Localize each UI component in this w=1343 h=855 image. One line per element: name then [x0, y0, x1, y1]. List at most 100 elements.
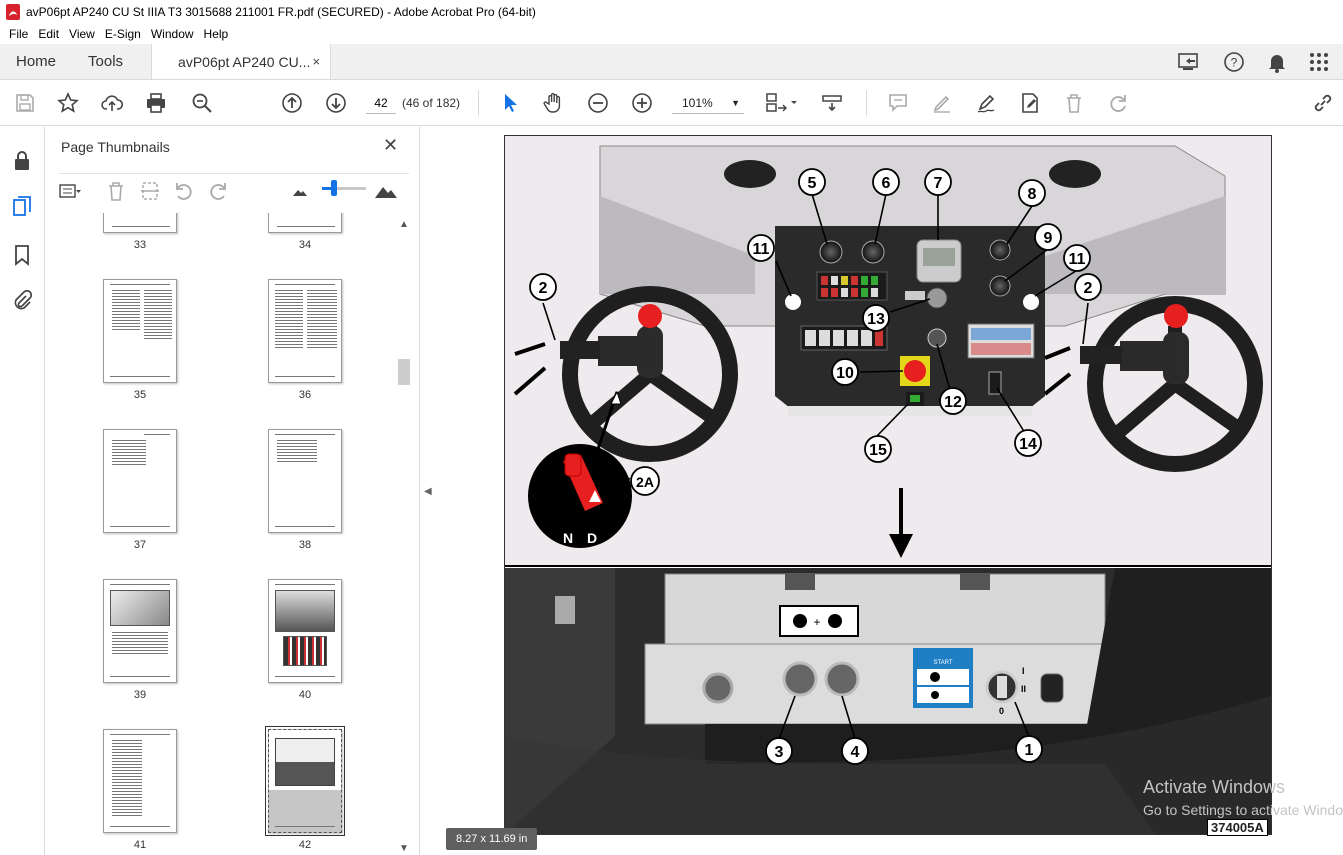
- menu-view[interactable]: View: [69, 27, 95, 41]
- zoom-level-select[interactable]: 101% ▼: [672, 92, 744, 114]
- page-thumbnail-33[interactable]: [103, 213, 177, 233]
- tab-document[interactable]: avP06pt AP240 CU... ×: [151, 44, 332, 79]
- notifications-bell-icon[interactable]: [1267, 51, 1287, 73]
- menu-edit[interactable]: Edit: [38, 27, 59, 41]
- next-page-icon[interactable]: [324, 91, 348, 115]
- print-icon[interactable]: [144, 91, 168, 115]
- zoom-level-value: 101%: [682, 95, 713, 110]
- menu-esign[interactable]: E-Sign: [105, 27, 141, 41]
- svg-text:2A: 2A: [636, 474, 654, 490]
- main-toolbar: (46 of 182) 101% ▼: [0, 80, 1343, 126]
- link-tools-icon[interactable]: [1311, 91, 1335, 115]
- previous-page-icon[interactable]: [280, 91, 304, 115]
- rotate-counterclockwise-icon[interactable]: [173, 180, 195, 202]
- help-icon[interactable]: ?: [1223, 51, 1245, 73]
- rotate-clockwise-icon[interactable]: [207, 180, 229, 202]
- svg-text:9: 9: [1044, 230, 1053, 247]
- delete-page-icon[interactable]: [105, 180, 127, 202]
- page-thumbnail-40[interactable]: [268, 579, 342, 683]
- page-thumbnail-35[interactable]: [103, 279, 177, 383]
- sign-pen-icon[interactable]: [974, 91, 998, 115]
- small-thumbnail-icon[interactable]: [289, 180, 311, 202]
- callout-2-left: 2: [529, 273, 557, 301]
- extract-page-icon[interactable]: [139, 180, 161, 202]
- tab-tools[interactable]: Tools: [72, 44, 139, 79]
- scroll-down-icon[interactable]: ▼: [399, 843, 409, 854]
- tab-bar: Home Tools avP06pt AP240 CU... × ?: [0, 44, 1343, 80]
- large-thumbnail-icon[interactable]: [375, 180, 397, 202]
- document-view[interactable]: N D 5 6 7 8 9 11 11 2 2 13 10 12 14 15 2…: [436, 127, 1343, 855]
- callout-10: 10: [831, 358, 859, 386]
- page-thumbnails-icon[interactable]: [10, 195, 34, 219]
- page-thumbnail-36[interactable]: [268, 279, 342, 383]
- edit-pdf-icon[interactable]: [1018, 91, 1042, 115]
- svg-text:10: 10: [836, 365, 854, 382]
- callout-9: 9: [1034, 223, 1062, 251]
- callout-6: 6: [872, 168, 900, 196]
- attachments-paperclip-icon[interactable]: [10, 289, 34, 313]
- highlight-pen-icon[interactable]: [930, 91, 954, 115]
- callout-12: 12: [939, 387, 967, 415]
- acrobat-icon: [6, 4, 20, 20]
- page-thumbnail-39[interactable]: [103, 579, 177, 683]
- hand-tool-icon[interactable]: [542, 91, 566, 115]
- bookmarks-icon[interactable]: [10, 243, 34, 267]
- page-thumbnail-38[interactable]: [268, 429, 342, 533]
- zoom-out-icon[interactable]: [586, 91, 610, 115]
- options-menu-icon[interactable]: [59, 180, 81, 202]
- callout-2-right: 2: [1074, 273, 1102, 301]
- activation-watermark-title: Activate Windows: [1143, 777, 1286, 797]
- callout-8: 8: [1018, 179, 1046, 207]
- left-rail: [0, 127, 45, 855]
- thumbnail-list: 33 34 35 36 37 38 39 40 41 42: [59, 213, 397, 855]
- thumbnail-scrollbar[interactable]: ▲ ▼: [397, 219, 411, 855]
- callout-11-right: 11: [1063, 244, 1091, 272]
- pdf-page: N D 5 6 7 8 9 11 11 2 2 13 10 12 14 15 2…: [504, 135, 1272, 836]
- title-bar: avP06pt AP240 CU St IIIA T3 3015688 2110…: [0, 0, 1343, 24]
- page-thumbnail-34[interactable]: [268, 213, 342, 233]
- delete-trash-icon[interactable]: [1062, 91, 1086, 115]
- page-label-35: 35: [133, 389, 147, 401]
- svg-text:5: 5: [808, 175, 817, 192]
- bookmark-star-icon[interactable]: [56, 91, 80, 115]
- svg-text:15: 15: [869, 442, 887, 459]
- scroll-up-icon[interactable]: ▲: [399, 219, 409, 230]
- page-thumbnail-42[interactable]: [265, 726, 345, 836]
- close-panel-icon[interactable]: ✕: [383, 135, 398, 156]
- zoom-in-icon[interactable]: [630, 91, 654, 115]
- redo-icon[interactable]: [1106, 91, 1130, 115]
- callout-1: 1: [1015, 735, 1043, 763]
- page-count: (46 of 182): [402, 96, 461, 110]
- svg-text:2: 2: [539, 280, 548, 297]
- svg-text:6: 6: [882, 175, 891, 192]
- tab-home[interactable]: Home: [0, 44, 72, 79]
- lock-icon[interactable]: [10, 149, 34, 173]
- upload-cloud-icon[interactable]: [100, 91, 124, 115]
- callout-5: 5: [798, 168, 826, 196]
- menu-file[interactable]: File: [9, 27, 28, 41]
- collapse-panel-icon[interactable]: ◀: [424, 486, 432, 497]
- apps-grid-icon[interactable]: [1309, 52, 1329, 72]
- share-screen-icon[interactable]: [1177, 51, 1201, 73]
- scrollbar-thumb[interactable]: [398, 359, 410, 385]
- page-thumbnail-37[interactable]: [103, 429, 177, 533]
- comment-icon[interactable]: [886, 91, 910, 115]
- figure-code: 374005A: [1207, 819, 1268, 836]
- thumbnail-size-handle[interactable]: [331, 180, 337, 196]
- page-number-input[interactable]: [366, 92, 396, 114]
- page-label-39: 39: [133, 689, 147, 701]
- svg-text:12: 12: [944, 394, 962, 411]
- menu-help[interactable]: Help: [204, 27, 229, 41]
- page-thumbnail-41[interactable]: [103, 729, 177, 833]
- scroll-mode-icon[interactable]: [820, 91, 844, 115]
- menu-bar: File Edit View E-Sign Window Help: [0, 24, 1343, 44]
- page-size-indicator: 8.27 x 11.69 in: [446, 828, 538, 850]
- menu-window[interactable]: Window: [151, 27, 194, 41]
- close-tab-icon[interactable]: ×: [312, 54, 320, 69]
- activation-watermark-subtitle: Go to Settings to activate Windows.: [1143, 802, 1343, 818]
- save-icon[interactable]: [13, 91, 37, 115]
- page-fit-icon[interactable]: [764, 91, 800, 115]
- zoom-search-icon[interactable]: [190, 91, 214, 115]
- select-cursor-icon[interactable]: [498, 91, 522, 115]
- callout-15: 15: [864, 435, 892, 463]
